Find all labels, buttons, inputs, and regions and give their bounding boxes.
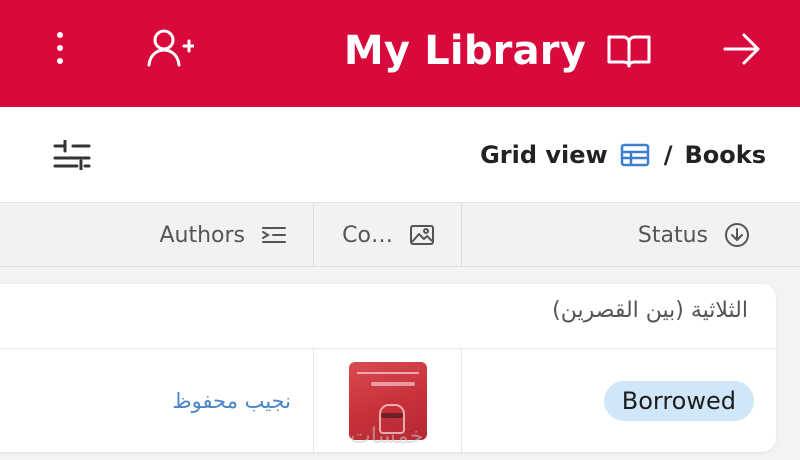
more-vertical-icon xyxy=(56,31,64,69)
author-link[interactable]: نجيب محفوظ xyxy=(172,389,291,413)
group-title[interactable]: الثلاثية (بين القصرين) xyxy=(552,298,748,323)
forward-button[interactable] xyxy=(712,26,772,76)
column-label: Co… xyxy=(342,222,393,248)
column-label: Authors xyxy=(159,222,245,248)
toolbar: Grid view / Books xyxy=(0,107,800,203)
add-user-button[interactable] xyxy=(140,26,200,74)
more-options-button[interactable] xyxy=(38,28,82,72)
view-selector[interactable]: Grid view xyxy=(480,141,608,169)
column-header-authors[interactable]: Authors xyxy=(0,203,314,267)
arrow-right-icon xyxy=(722,32,762,70)
title-group: My Library xyxy=(344,22,652,80)
breadcrumb-separator: / xyxy=(663,141,673,169)
column-header-cover[interactable]: Co… xyxy=(314,203,462,267)
status-cell[interactable]: Borrowed xyxy=(462,349,776,453)
app-header: My Library xyxy=(0,0,800,107)
grid-table-icon xyxy=(620,143,650,167)
column-headers: Authors Co… Status xyxy=(0,203,800,267)
sliders-icon xyxy=(53,139,91,174)
book-icon xyxy=(606,32,652,70)
watermark: خمسات xyxy=(350,424,424,449)
author-cell[interactable]: نجيب محفوظ xyxy=(0,349,314,453)
status-badge: Borrowed xyxy=(603,381,754,421)
circle-arrow-down-icon xyxy=(724,222,750,248)
filter-button[interactable] xyxy=(48,137,96,177)
image-icon xyxy=(409,224,435,246)
page-title: My Library xyxy=(343,28,586,74)
text-field-icon xyxy=(261,225,287,245)
add-person-icon xyxy=(146,28,196,72)
breadcrumb: Grid view / Books xyxy=(480,141,766,169)
column-label: Status xyxy=(637,222,708,248)
table-name[interactable]: Books xyxy=(684,141,766,169)
column-header-status[interactable]: Status xyxy=(462,203,800,267)
